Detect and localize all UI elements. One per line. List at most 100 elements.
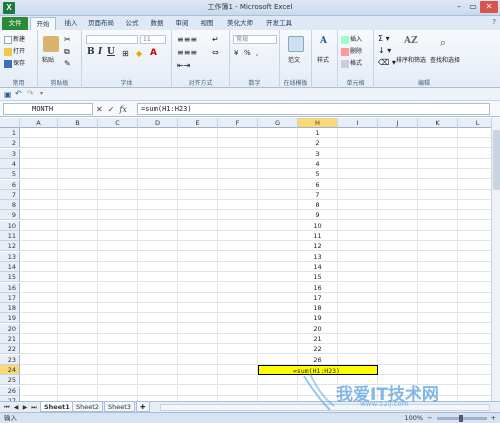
cell[interactable]	[98, 158, 138, 169]
cell[interactable]	[58, 169, 98, 180]
border-icon[interactable]: ⊞	[122, 49, 129, 58]
cell[interactable]	[258, 344, 298, 355]
cell[interactable]	[418, 292, 458, 303]
cell[interactable]	[98, 385, 138, 396]
column-header[interactable]: C	[98, 118, 138, 128]
cell[interactable]	[418, 128, 458, 138]
row-header[interactable]: 19	[0, 313, 20, 324]
cell[interactable]: 3	[298, 148, 338, 159]
row-header[interactable]: 11	[0, 231, 20, 241]
row-header[interactable]: 16	[0, 282, 20, 293]
cut-icon[interactable]: ✂	[64, 35, 71, 44]
cell[interactable]	[58, 364, 98, 375]
cell[interactable]	[338, 282, 378, 293]
cell[interactable]	[178, 220, 218, 231]
cell[interactable]	[178, 375, 218, 386]
cell[interactable]	[138, 272, 178, 283]
cell[interactable]	[138, 385, 178, 396]
cell[interactable]	[258, 241, 298, 252]
cell[interactable]	[218, 364, 258, 375]
cell[interactable]	[218, 210, 258, 221]
zoom-level[interactable]: 100%	[405, 413, 424, 423]
cell[interactable]	[338, 313, 378, 324]
cell[interactable]	[218, 241, 258, 252]
cell[interactable]	[178, 385, 218, 396]
cell[interactable]	[258, 334, 298, 344]
cell[interactable]	[178, 241, 218, 252]
cell[interactable]	[138, 241, 178, 252]
cell[interactable]	[218, 354, 258, 365]
cell[interactable]	[258, 313, 298, 324]
cell[interactable]	[58, 272, 98, 283]
cell[interactable]	[20, 282, 58, 293]
cell[interactable]	[378, 261, 418, 272]
cell[interactable]	[218, 200, 258, 211]
column-header[interactable]: D	[138, 118, 178, 128]
tab-page-layout[interactable]: 页面布局	[84, 17, 118, 30]
cell[interactable]	[98, 334, 138, 344]
cell[interactable]	[218, 282, 258, 293]
cell[interactable]	[378, 251, 418, 262]
cell[interactable]	[378, 138, 418, 149]
styles-button[interactable]: 样式	[317, 55, 329, 64]
cell[interactable]	[20, 200, 58, 211]
row-header[interactable]: 17	[0, 292, 20, 303]
row-header[interactable]: 18	[0, 303, 20, 314]
cell[interactable]: 22	[298, 344, 338, 355]
cell[interactable]: 6	[298, 179, 338, 190]
cell[interactable]	[258, 261, 298, 272]
cell[interactable]: 16	[298, 282, 338, 293]
cell[interactable]: 15	[298, 272, 338, 283]
cell[interactable]	[178, 189, 218, 200]
cell[interactable]	[378, 344, 418, 355]
row-header[interactable]: 3	[0, 148, 20, 159]
cell[interactable]	[20, 334, 58, 344]
cell[interactable]	[58, 344, 98, 355]
align-left-icon[interactable]: ≡≡≡	[177, 48, 197, 57]
cell[interactable]	[138, 189, 178, 200]
cell[interactable]	[58, 313, 98, 324]
cell[interactable]	[258, 385, 298, 396]
row-header[interactable]: 9	[0, 210, 20, 221]
cell[interactable]	[20, 148, 58, 159]
cell[interactable]	[58, 282, 98, 293]
cell[interactable]	[20, 344, 58, 355]
cell[interactable]	[218, 303, 258, 314]
cell[interactable]	[418, 354, 458, 365]
cell[interactable]	[418, 323, 458, 334]
cell[interactable]	[298, 385, 338, 396]
formula-cell-h24[interactable]: =sum(H1:H23)	[258, 364, 378, 375]
cell[interactable]	[58, 385, 98, 396]
zoom-in-icon[interactable]: +	[491, 413, 496, 423]
row-header[interactable]: 21	[0, 334, 20, 344]
tab-beautify[interactable]: 美化大师	[222, 17, 258, 30]
cell[interactable]	[58, 158, 98, 169]
cell[interactable]	[98, 220, 138, 231]
cell[interactable]	[378, 210, 418, 221]
cell[interactable]	[258, 220, 298, 231]
cell[interactable]	[338, 241, 378, 252]
sort-filter-button[interactable]: 排序和筛选	[396, 55, 426, 64]
cell[interactable]	[418, 241, 458, 252]
cell[interactable]	[178, 364, 218, 375]
row-header[interactable]: 6	[0, 179, 20, 190]
cell[interactable]	[338, 200, 378, 211]
cell[interactable]	[218, 231, 258, 241]
cell[interactable]	[98, 313, 138, 324]
cell[interactable]	[178, 344, 218, 355]
cell[interactable]	[258, 272, 298, 283]
cell[interactable]: 11	[298, 231, 338, 241]
cell[interactable]	[98, 179, 138, 190]
restore-button[interactable]: ▭	[466, 1, 480, 13]
cell[interactable]	[338, 128, 378, 138]
cell[interactable]	[58, 179, 98, 190]
cell[interactable]	[98, 292, 138, 303]
cell[interactable]	[218, 344, 258, 355]
cell[interactable]: 9	[298, 210, 338, 221]
cell[interactable]	[218, 261, 258, 272]
cell[interactable]	[178, 292, 218, 303]
cell[interactable]	[418, 179, 458, 190]
vertical-scroll-thumb[interactable]	[493, 130, 500, 190]
vertical-scrollbar[interactable]	[491, 118, 500, 401]
indent-icon[interactable]: ⇤⇥	[177, 61, 190, 70]
